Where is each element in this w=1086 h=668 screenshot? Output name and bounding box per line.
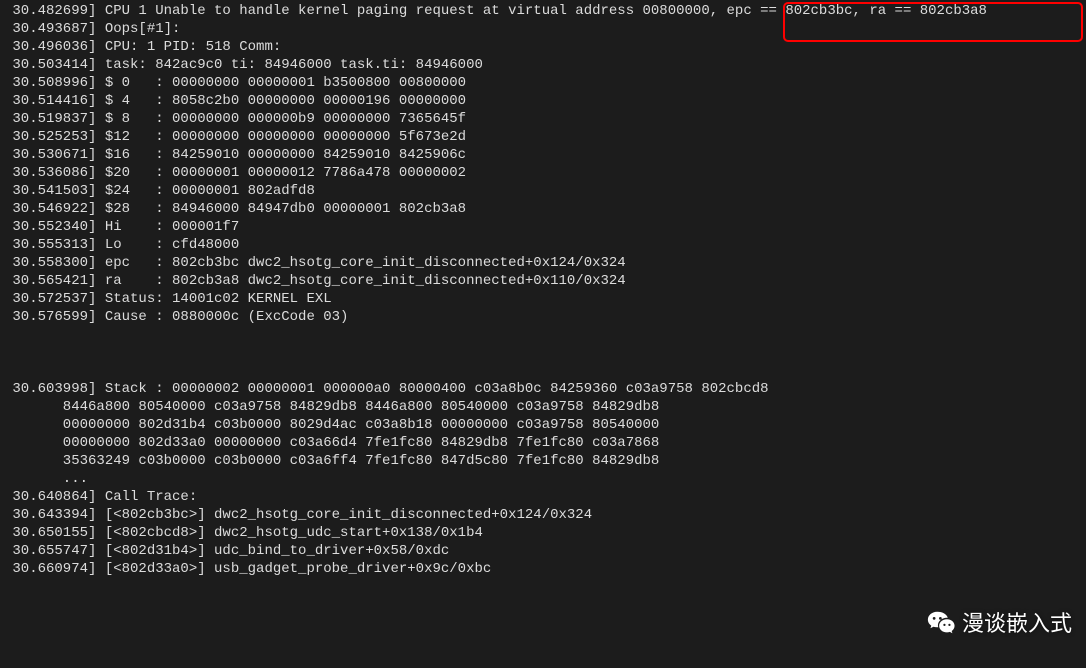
log-line-1: 30.493687] Oops[#1]: [4, 20, 1082, 38]
log-line-29: 30.650155] [<802cbcd8>] dwc2_hsotg_udc_s… [4, 524, 1082, 542]
log-line-16: 30.572537] Status: 14001c02 KERNEL EXL [4, 290, 1082, 308]
log-line-19 [4, 344, 1082, 362]
log-line-15: 30.565421] ra : 802cb3a8 dwc2_hsotg_core… [4, 272, 1082, 290]
log-line-12: 30.552340] Hi : 000001f7 [4, 218, 1082, 236]
log-line-0: 30.482699] CPU 1 Unable to handle kernel… [4, 2, 1082, 20]
log-line-23: 00000000 802d31b4 c03b0000 8029d4ac c03a… [4, 416, 1082, 434]
log-line-28: 30.643394] [<802cb3bc>] dwc2_hsotg_core_… [4, 506, 1082, 524]
log-line-11: 30.546922] $28 : 84946000 84947db0 00000… [4, 200, 1082, 218]
log-line-30: 30.655747] [<802d31b4>] udc_bind_to_driv… [4, 542, 1082, 560]
log-line-9: 30.536086] $20 : 00000001 00000012 7786a… [4, 164, 1082, 182]
log-line-10: 30.541503] $24 : 00000001 802adfd8 [4, 182, 1082, 200]
log-line-31: 30.660974] [<802d33a0>] usb_gadget_probe… [4, 560, 1082, 578]
log-line-13: 30.555313] Lo : cfd48000 [4, 236, 1082, 254]
log-line-24: 00000000 802d33a0 00000000 c03a66d4 7fe1… [4, 434, 1082, 452]
log-line-14: 30.558300] epc : 802cb3bc dwc2_hsotg_cor… [4, 254, 1082, 272]
log-line-26: ... [4, 470, 1082, 488]
kernel-oops-log: 30.482699] CPU 1 Unable to handle kernel… [0, 0, 1086, 580]
log-line-27: 30.640864] Call Trace: [4, 488, 1082, 506]
log-line-20 [4, 362, 1082, 380]
log-line-3: 30.503414] task: 842ac9c0 ti: 84946000 t… [4, 56, 1082, 74]
log-line-17: 30.576599] Cause : 0880000c (ExcCode 03) [4, 308, 1082, 326]
watermark-label: 漫谈嵌入式 [962, 615, 1072, 633]
log-line-5: 30.514416] $ 4 : 8058c2b0 00000000 00000… [4, 92, 1082, 110]
log-line-22: 8446a800 80540000 c03a9758 84829db8 8446… [4, 398, 1082, 416]
log-line-2: 30.496036] CPU: 1 PID: 518 Comm: [4, 38, 1082, 56]
log-line-25: 35363249 c03b0000 c03b0000 c03a6ff4 7fe1… [4, 452, 1082, 470]
watermark: 漫谈嵌入式 [926, 608, 1072, 640]
log-line-21: 30.603998] Stack : 00000002 00000001 000… [4, 380, 1082, 398]
log-line-7: 30.525253] $12 : 00000000 00000000 00000… [4, 128, 1082, 146]
log-line-8: 30.530671] $16 : 84259010 00000000 84259… [4, 146, 1082, 164]
log-line-18 [4, 326, 1082, 344]
log-line-4: 30.508996] $ 0 : 00000000 00000001 b3500… [4, 74, 1082, 92]
log-line-6: 30.519837] $ 8 : 00000000 000000b9 00000… [4, 110, 1082, 128]
wechat-icon [926, 608, 962, 640]
